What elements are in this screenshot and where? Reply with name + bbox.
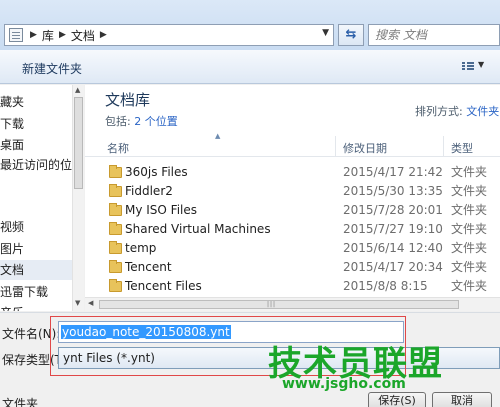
file-name: My ISO Files (125, 203, 198, 217)
file-row[interactable]: My ISO Files 2015/7/28 20:01 文件夹 (85, 201, 500, 220)
chevron-right-icon[interactable]: ▶ (30, 30, 37, 40)
chevron-down-icon[interactable]: ▼ (322, 28, 329, 38)
nav-item-documents[interactable]: 文档 (0, 260, 72, 280)
nav-scrollbar[interactable]: ▲ ▼ (72, 85, 84, 311)
file-name: temp (125, 241, 157, 255)
file-name: Tencent Files (125, 279, 202, 293)
nav-item-downloads[interactable]: 下载 (0, 114, 24, 134)
file-type: 文件夹 (451, 260, 488, 274)
file-row[interactable]: Fiddler2 2015/5/30 13:35 文件夹 (85, 182, 500, 201)
nav-item-videos[interactable]: 视频 (0, 217, 24, 237)
folder-icon (109, 279, 122, 292)
file-type: 文件夹 (451, 222, 488, 236)
search-input[interactable]: 搜索 文档 (368, 24, 500, 46)
file-name: Fiddler2 (125, 184, 173, 198)
library-icon (9, 28, 23, 42)
file-row[interactable]: Tencent Files 2015/8/8 8:15 文件夹 (85, 277, 500, 296)
arrange-by: 排列方式: 文件夹 (415, 103, 499, 119)
folder-icon (109, 203, 122, 216)
new-folder-button[interactable]: 新建文件夹 (22, 60, 82, 77)
file-name: 360js Files (125, 165, 188, 179)
save-button[interactable]: 保存(S) (368, 392, 426, 407)
scrollbar-grip-icon: ||| (267, 301, 277, 308)
watermark-url: www.jsgho.com (282, 376, 406, 392)
file-row[interactable]: Shared Virtual Machines 2015/7/27 19:10 … (85, 220, 500, 239)
file-date: 2015/4/17 20:34 (343, 260, 443, 274)
file-name: Tencent (125, 260, 172, 274)
folder-icon (109, 241, 122, 254)
file-date: 2015/6/14 12:40 (343, 241, 443, 255)
library-title: 文档库 (105, 91, 151, 109)
nav-item-desktop[interactable]: 桌面 (0, 135, 24, 155)
scroll-left-icon[interactable]: ◀ (88, 299, 93, 307)
sort-ascending-icon: ▲ (215, 132, 221, 140)
file-type: 文件夹 (451, 203, 488, 217)
nav-item-pictures[interactable]: 图片 (0, 239, 24, 259)
view-options-icon[interactable] (462, 61, 474, 71)
include-locations-link[interactable]: 2 个位置 (134, 115, 178, 128)
breadcrumb-documents[interactable]: 文档 (69, 27, 97, 44)
refresh-button[interactable]: ⇆ (338, 24, 364, 46)
column-divider[interactable] (335, 136, 336, 157)
nav-scrollbar-thumb[interactable] (74, 97, 83, 189)
include-label: 包括: (105, 115, 131, 128)
file-type: 文件夹 (451, 165, 488, 179)
scroll-down-icon[interactable]: ▼ (75, 299, 80, 307)
file-row[interactable]: 360js Files 2015/4/17 21:42 文件夹 (85, 163, 500, 182)
nav-item-favorites[interactable]: 藏夹 (0, 92, 24, 112)
chevron-right-icon[interactable]: ▶ (59, 30, 66, 40)
arrange-by-value[interactable]: 文件夹 (466, 105, 499, 118)
address-row: ▶ 库 ▶ 文档 ▶ ▼ ⇆ 搜索 文档 (0, 0, 500, 50)
refresh-icon: ⇆ (345, 27, 357, 42)
arrange-by-label: 排列方式: (415, 105, 463, 118)
column-modified[interactable]: 修改日期 (343, 140, 387, 156)
address-bar[interactable]: ▶ 库 ▶ 文档 ▶ ▼ (4, 24, 334, 46)
file-row[interactable]: temp 2015/6/14 12:40 文件夹 (85, 239, 500, 258)
file-type: 文件夹 (451, 184, 488, 198)
file-row[interactable]: Tencent 2015/4/17 20:34 文件夹 (85, 258, 500, 277)
library-include: 包括: 2 个位置 (105, 113, 178, 129)
file-name: Shared Virtual Machines (125, 222, 271, 236)
toolbar: 新建文件夹 ▼ (0, 50, 500, 84)
file-list-scrollbar-thumb[interactable] (99, 300, 459, 309)
column-name[interactable]: 名称 (107, 140, 129, 156)
breadcrumb-library[interactable]: 库 (40, 27, 56, 44)
chevron-down-icon[interactable]: ▼ (478, 60, 484, 69)
file-date: 2015/7/27 19:10 (343, 222, 443, 236)
column-header: ▲ 名称 修改日期 类型 (85, 132, 500, 157)
file-type: 文件夹 (451, 279, 488, 293)
column-type[interactable]: 类型 (451, 140, 473, 156)
nav-item-thunder-downloads[interactable]: 迅雷下载 (0, 282, 48, 302)
file-date: 2015/7/28 20:01 (343, 203, 443, 217)
scroll-up-icon[interactable]: ▲ (75, 86, 80, 94)
file-date: 2015/8/8 8:15 (343, 279, 428, 293)
folder-icon (109, 165, 122, 178)
nav-item-music[interactable]: 音乐 (0, 303, 24, 311)
file-list-scrollbar[interactable]: ◀ ||| (85, 297, 500, 311)
column-divider[interactable] (443, 136, 444, 157)
hide-folders-toggle[interactable]: 文件夹 (2, 395, 38, 407)
folder-icon (109, 260, 122, 273)
folder-icon (109, 184, 122, 197)
folder-icon (109, 222, 122, 235)
chevron-right-icon[interactable]: ▶ (100, 30, 107, 40)
file-type: 文件夹 (451, 241, 488, 255)
file-date: 2015/5/30 13:35 (343, 184, 443, 198)
file-date: 2015/4/17 21:42 (343, 165, 443, 179)
cancel-button[interactable]: 取消 (432, 392, 492, 407)
